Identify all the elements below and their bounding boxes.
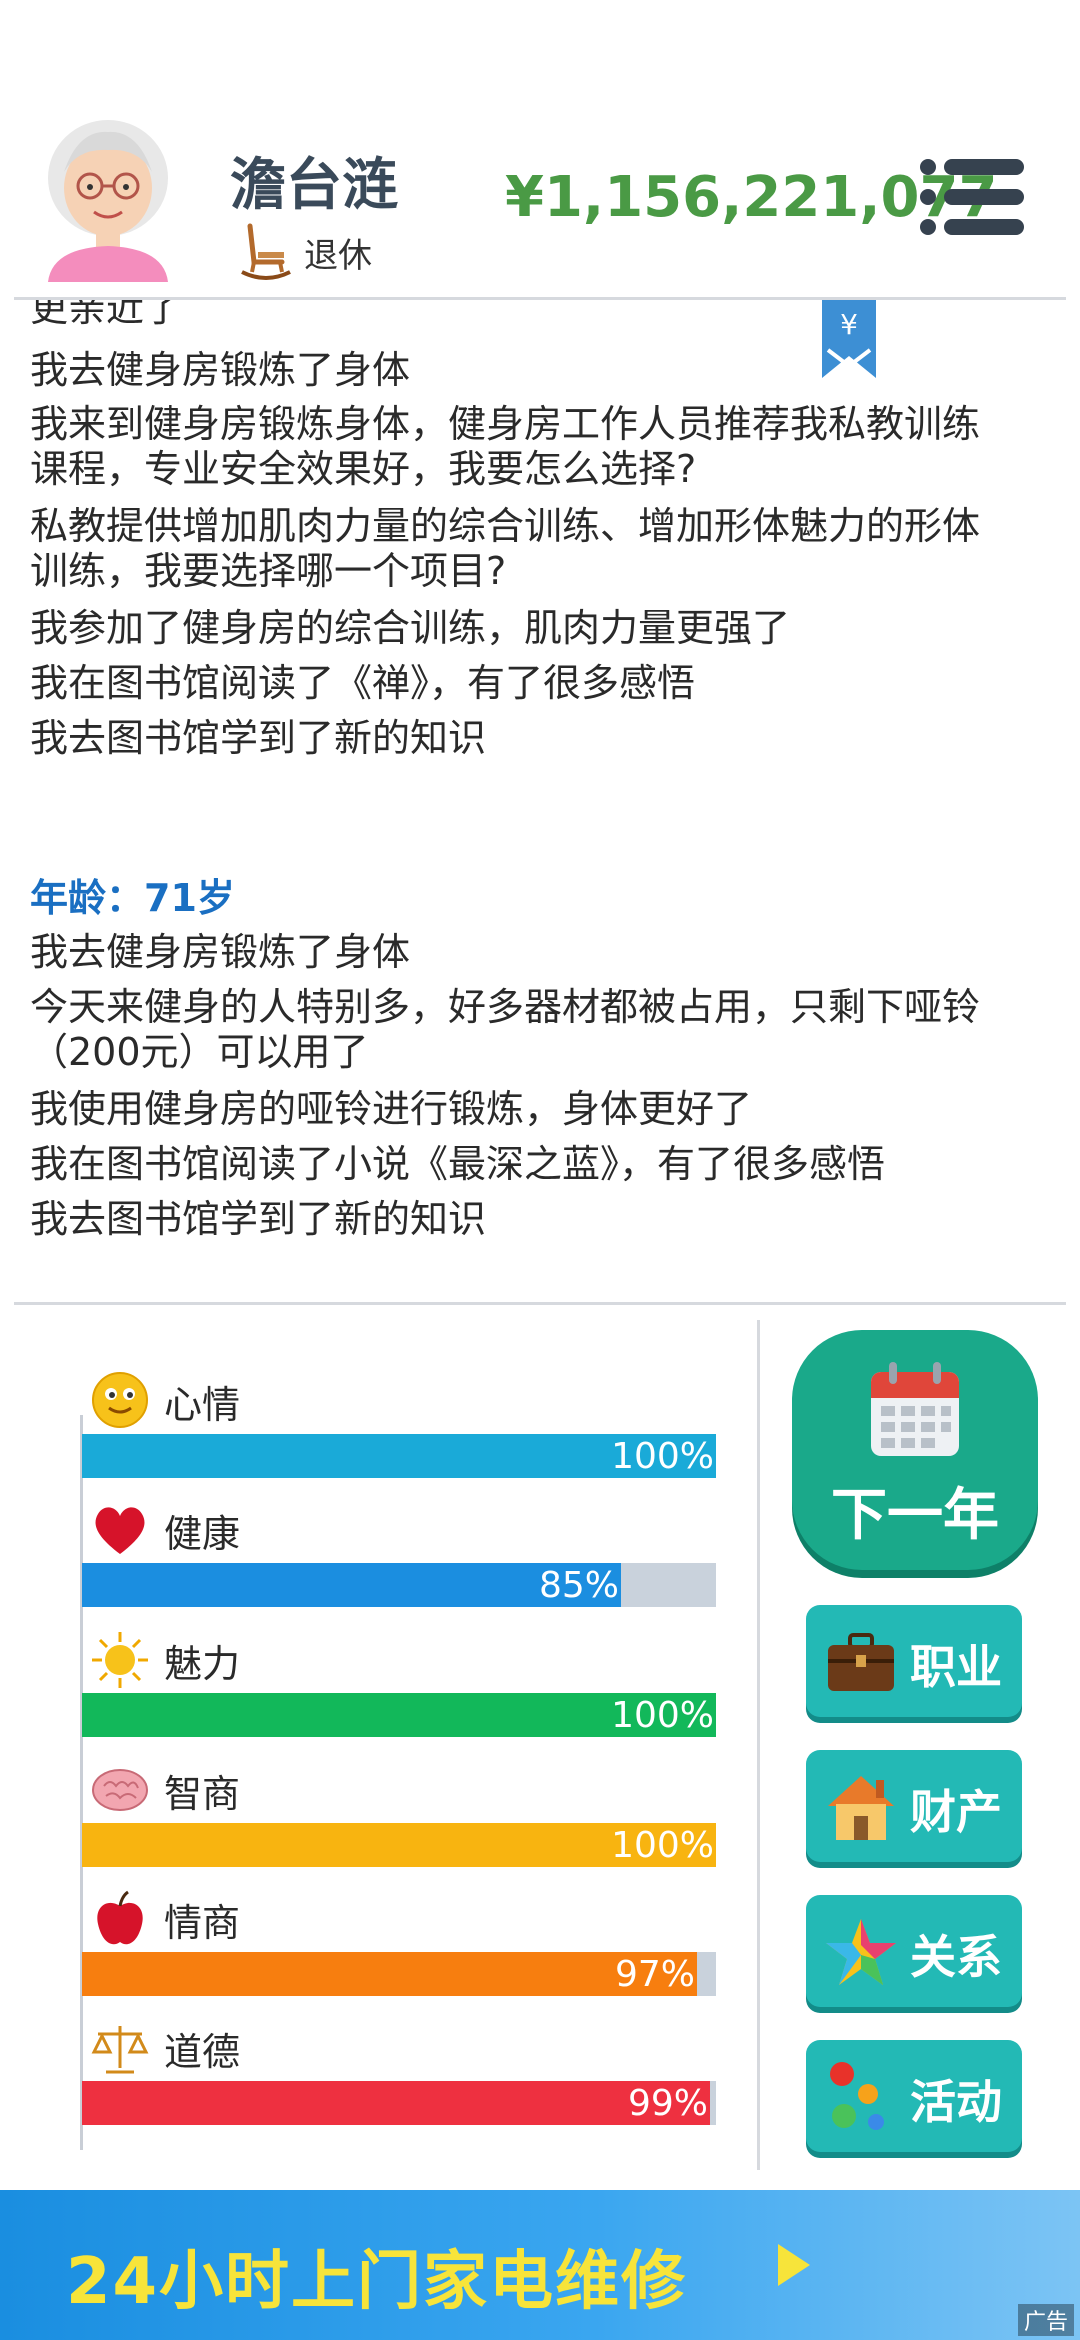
avatar[interactable]: [38, 112, 178, 282]
stat-bar-eq: 97%: [82, 1952, 716, 1996]
stat-label-morality: 道德: [164, 2030, 241, 2074]
star-icon: [826, 1919, 896, 1985]
stat-bar-mood: 100%: [82, 1434, 716, 1478]
briefcase-icon: [828, 1633, 894, 1691]
career-button[interactable]: 职业: [806, 1605, 1022, 1717]
stat-percent: 99%: [627, 2083, 708, 2124]
stat-label-health: 健康: [164, 1512, 241, 1556]
log-line: 课程，专业安全效果好，我要怎么选择?: [30, 447, 697, 491]
activity-dots-icon: [830, 2062, 884, 2130]
stat-label-mood: 心情: [164, 1383, 241, 1427]
log-line: 我参加了健身房的综合训练，肌肉力量更强了: [30, 606, 791, 650]
stats-divider: [757, 1320, 760, 2170]
log-line: 我去图书馆学到了新的知识: [30, 716, 487, 760]
stat-percent: 100%: [611, 1436, 714, 1477]
stat-bar-iq: 100%: [82, 1823, 716, 1867]
ad-text: 24小时上门家电维修: [66, 2245, 688, 2319]
stat-percent: 100%: [611, 1695, 714, 1736]
brain-icon: [92, 1769, 148, 1811]
play-arrow-icon: [778, 2244, 810, 2286]
status-text: 退休: [304, 235, 372, 276]
apple-icon: [97, 1890, 143, 1945]
player-name: 澹台涟: [230, 153, 398, 218]
stat-label-charm: 魅力: [164, 1642, 241, 1686]
log-line: 我去健身房锻炼了身体: [30, 930, 411, 974]
property-label: 财产: [910, 1785, 1002, 1839]
calendar-icon: [871, 1362, 959, 1456]
event-log[interactable]: 更亲近了 我去健身房锻炼了身体 我来到健身房锻炼身体，健身房工作人员推荐我私教训…: [0, 300, 1080, 1300]
house-icon: [828, 1776, 894, 1840]
header: 澹台涟 退休 ¥1,156,221,077: [0, 0, 1080, 300]
stat-label-eq: 情商: [164, 1901, 241, 1945]
scales-icon: [91, 2026, 149, 2074]
log-line: （200元）可以用了: [30, 1030, 369, 1074]
next-year-button[interactable]: 下一年: [792, 1330, 1038, 1570]
next-year-label: 下一年: [831, 1483, 999, 1548]
stat-bar-charm: 100%: [82, 1693, 716, 1737]
status-row: 退休: [240, 222, 372, 282]
property-button[interactable]: 财产: [806, 1750, 1022, 1862]
stat-percent: 100%: [611, 1825, 714, 1866]
stat-bar-morality: 99%: [82, 2081, 716, 2125]
stat-label-iq: 智商: [164, 1772, 241, 1816]
log-line: 我去图书馆学到了新的知识: [30, 1197, 487, 1241]
age-label: 年龄：71岁: [30, 876, 235, 920]
activities-button[interactable]: 活动: [806, 2040, 1022, 2152]
stats-axis: [80, 1415, 83, 2150]
menu-icon[interactable]: [918, 155, 1026, 239]
log-divider: [14, 1302, 1066, 1305]
log-line: 我去健身房锻炼了身体: [30, 348, 411, 392]
activities-label: 活动: [910, 2075, 1002, 2129]
log-line: 我在图书馆阅读了《禅》，有了很多感悟: [30, 661, 696, 705]
stat-bar-health: 85%: [82, 1563, 716, 1607]
smiley-icon: [92, 1372, 148, 1428]
money-bookmark-icon[interactable]: ¥: [822, 300, 876, 378]
stat-percent: 85%: [538, 1565, 619, 1606]
ad-tag: 广告: [1017, 2304, 1074, 2336]
log-line: 今天来健身的人特别多，好多器材都被占用，只剩下哑铃: [30, 985, 981, 1029]
heart-icon: [95, 1507, 145, 1554]
relations-label: 关系: [910, 1930, 1002, 1984]
stat-percent: 97%: [614, 1954, 695, 1995]
career-label: 职业: [910, 1640, 1002, 1694]
bookmark-symbol: ¥: [840, 308, 858, 341]
log-line-partial: 更亲近了: [30, 300, 183, 330]
rocking-chair-icon: [241, 223, 291, 280]
sun-icon: [92, 1632, 148, 1688]
log-line: 训练，我要选择哪一个项目?: [30, 549, 507, 593]
log-line: 我使用健身房的哑铃进行锻炼，身体更好了: [30, 1087, 753, 1131]
log-line: 我来到健身房锻炼身体，健身房工作人员推荐我私教训练: [30, 402, 981, 446]
ad-banner[interactable]: 24小时上门家电维修 广告: [0, 2190, 1080, 2340]
log-line: 我在图书馆阅读了小说《最深之蓝》，有了很多感悟: [30, 1142, 886, 1186]
relations-button[interactable]: 关系: [806, 1895, 1022, 2007]
log-line: 私教提供增加肌肉力量的综合训练、增加形体魅力的形体: [30, 504, 981, 548]
